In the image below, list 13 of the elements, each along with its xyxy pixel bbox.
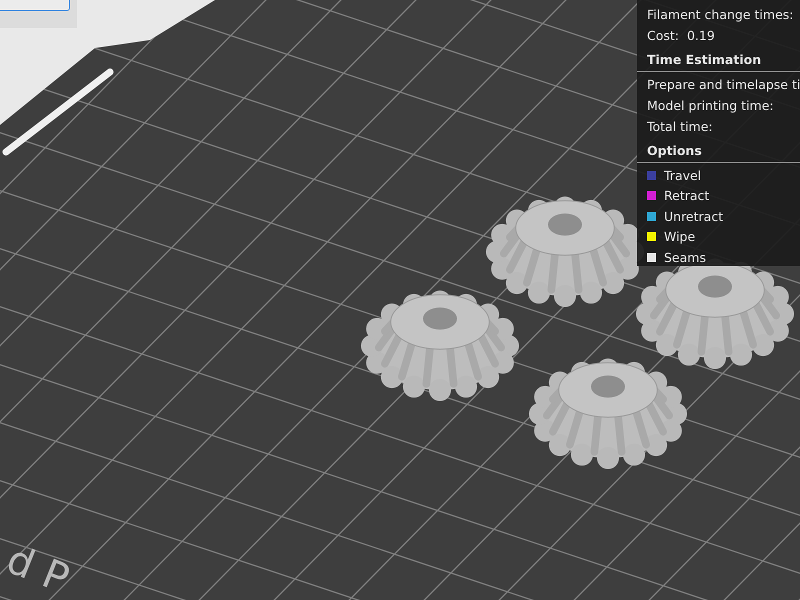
section-heading: Time Estimation xyxy=(637,49,800,72)
option-label[interactable]: Wipe xyxy=(664,229,696,244)
bed-logo-text: d P xyxy=(0,536,76,600)
time-label: Prepare and timelapse ti xyxy=(646,76,800,94)
option-label[interactable]: Retract xyxy=(664,188,710,204)
stat-text: Filament change times: xyxy=(646,6,794,24)
time-label: Model printing time: xyxy=(646,97,775,115)
section-heading: Options xyxy=(637,140,800,163)
time-label: Total time: xyxy=(646,118,714,136)
option-label[interactable]: Travel xyxy=(664,168,702,183)
option-label[interactable]: Unretract xyxy=(664,208,724,224)
option-label[interactable]: Seams xyxy=(664,250,706,265)
stat-text: Cost: 0.19 xyxy=(646,27,716,45)
